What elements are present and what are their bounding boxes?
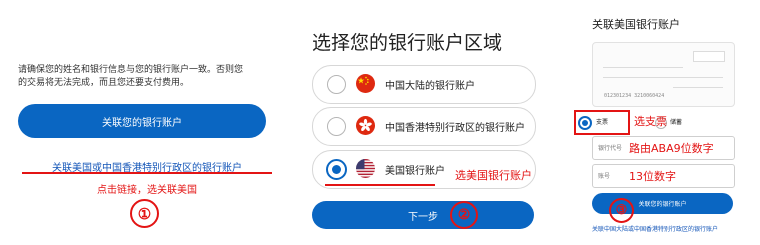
radio-china-mainland[interactable]	[327, 75, 346, 94]
annotation-routing: 路由ABA9位数字	[629, 142, 714, 155]
annotation-account: 13位数字	[629, 170, 676, 183]
link-bank-account-button[interactable]: 关联您的银行账户	[18, 104, 266, 138]
us-flag-icon	[356, 159, 375, 178]
annotation-step-1: ①	[130, 199, 159, 228]
annotation-caption-checking: 选支票	[634, 115, 667, 128]
name-match-notice: 请确保您的姓名和银行信息与您的银行账户一致。否则您 的交易将无法完成，而且您还要…	[18, 64, 268, 90]
annotation-step-2: ②	[450, 201, 478, 229]
account-placeholder: 账号	[598, 173, 611, 180]
radio-united-states[interactable]	[326, 159, 347, 180]
china-flag-icon	[356, 74, 375, 93]
option-hong-kong[interactable]: 中国香港特别行政区的银行账户	[312, 107, 536, 146]
annotation-highlight-box	[574, 110, 630, 135]
radio-hong-kong[interactable]	[327, 117, 346, 136]
region-select-title: 选择您的银行账户区域	[312, 32, 503, 54]
option-label: 中国香港特别行政区的银行账户	[385, 123, 525, 134]
annotation-caption-step2: 选美国银行账户	[455, 169, 532, 182]
annotation-underline	[325, 184, 435, 186]
link-us-bank-title: 关联美国银行账户	[592, 18, 680, 31]
option-label: 中国大陆的银行账户	[385, 81, 475, 92]
option-china-mainland[interactable]: 中国大陆的银行账户	[312, 65, 536, 104]
annotation-caption-step1: 点击链接，选关联美国	[97, 185, 197, 196]
savings-label: 储蓄	[670, 119, 683, 126]
routing-number-input[interactable]: 银行代号 路由ABA9位数字	[592, 136, 735, 160]
next-button[interactable]: 下一步	[312, 201, 534, 229]
link-cn-hk-bank-link[interactable]: 关联中国大陆或中国香港特别行政区的银行账户	[592, 224, 718, 233]
option-label: 美国银行账户	[385, 166, 445, 177]
notice-line-2: 的交易将无法完成，而且您还要支付费用。	[18, 78, 190, 88]
notice-line-1: 请确保您的姓名和银行信息与您的银行账户一致。否则您	[18, 65, 244, 75]
cheque-numbers: 012301234 3210060424	[604, 93, 665, 99]
annotation-underline	[22, 172, 272, 174]
account-number-input[interactable]: 账号 13位数字	[592, 164, 735, 188]
hong-kong-flag-icon	[356, 116, 375, 135]
annotation-step-3: ③	[609, 198, 634, 223]
routing-placeholder: 银行代号	[598, 145, 623, 152]
